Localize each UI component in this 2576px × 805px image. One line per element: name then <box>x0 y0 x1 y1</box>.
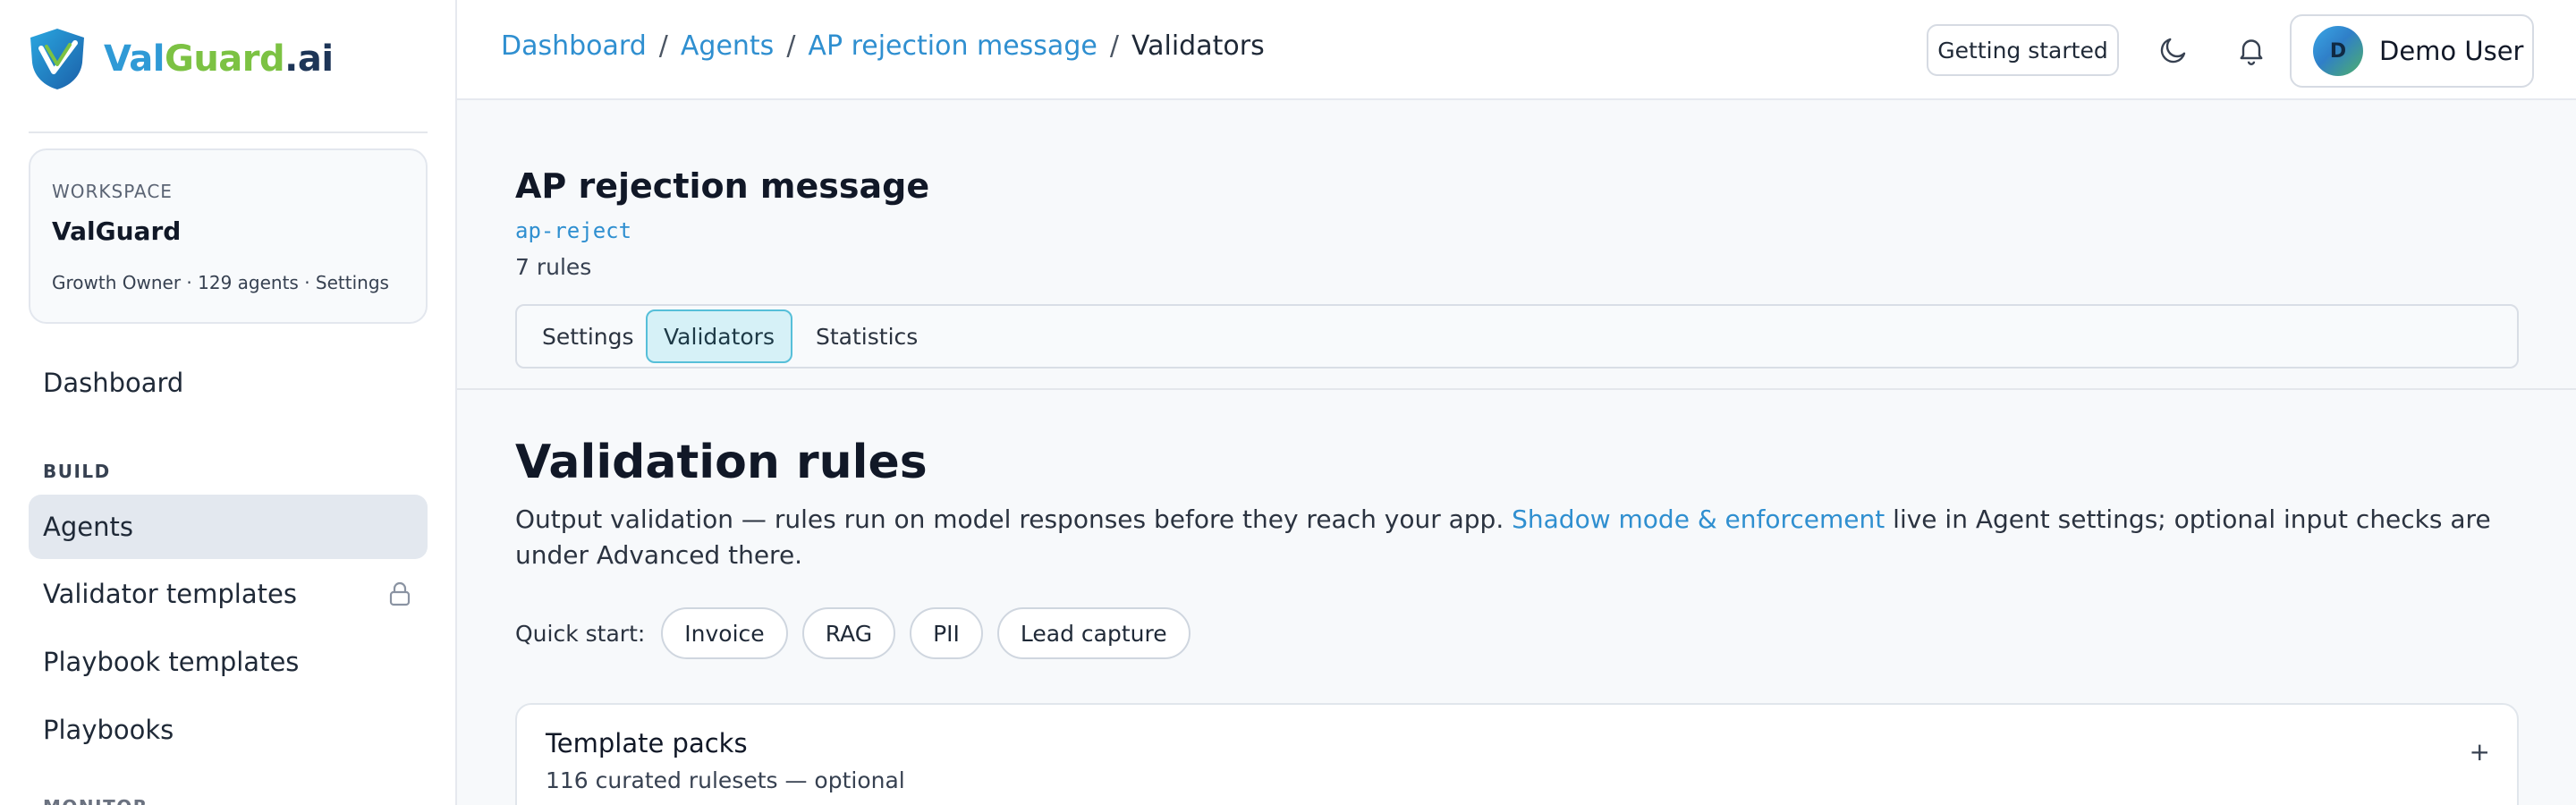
sidebar-item-label: Validator templates <box>43 579 297 609</box>
agent-tabs: Settings Validators Statistics <box>515 304 2519 369</box>
theme-toggle-button[interactable] <box>2152 29 2195 72</box>
tab-validators[interactable]: Validators <box>646 309 792 363</box>
quick-start-chip-pii[interactable]: PII <box>910 607 983 659</box>
sidebar-item-dashboard[interactable]: Dashboard <box>29 351 428 415</box>
user-name: Demo User <box>2379 36 2524 66</box>
breadcrumb-dashboard[interactable]: Dashboard <box>501 30 647 62</box>
section-description: Output validation — rules run on model r… <box>515 502 2537 573</box>
expand-plus-icon[interactable]: + <box>2470 737 2490 767</box>
sidebar-divider <box>29 131 428 133</box>
breadcrumb-separator: / <box>658 30 668 62</box>
sidebar-item-label: Playbook templates <box>43 647 300 677</box>
quick-start: Quick start: Invoice RAG PII Lead captur… <box>515 606 1205 660</box>
tab-settings[interactable]: Settings <box>542 309 634 363</box>
agent-slug: ap-reject <box>515 218 632 243</box>
brand-part-guard: Guard <box>164 38 285 80</box>
brand-part-ai: .ai <box>284 38 334 80</box>
quick-start-chip-rag[interactable]: RAG <box>801 607 896 659</box>
agent-title: AP rejection message <box>515 166 930 206</box>
valguard-logo-icon <box>30 29 84 89</box>
top-bar: Dashboard / Agents / AP rejection messag… <box>457 0 2576 100</box>
sidebar-item-label: Agents <box>43 512 133 542</box>
agent-header: AP rejection message ap-reject 7 rules S… <box>457 102 2576 390</box>
sidebar-item-playbooks[interactable]: Playbooks <box>29 698 428 762</box>
notifications-button[interactable] <box>2230 29 2273 72</box>
template-packs-title: Template packs <box>546 728 748 758</box>
breadcrumb-current: Validators <box>1131 30 1265 62</box>
brand-logo[interactable]: ValGuard.ai <box>27 27 334 91</box>
breadcrumb-separator: / <box>786 30 796 62</box>
workspace-card[interactable]: WORKSPACE ValGuard Growth Owner · 129 ag… <box>29 148 428 324</box>
workspace-label: WORKSPACE <box>52 181 173 202</box>
breadcrumb-agents[interactable]: Agents <box>681 30 774 62</box>
description-text: Output validation — rules run on model r… <box>515 504 1513 534</box>
sidebar-section-build: BUILD <box>43 461 111 482</box>
sidebar-item-agents[interactable]: Agents <box>29 495 428 559</box>
bell-icon <box>2240 39 2263 65</box>
sidebar-section-monitor: MONITOR <box>43 796 148 805</box>
breadcrumb-separator: / <box>1109 30 1119 62</box>
template-packs-card[interactable]: Template packs 116 curated rulesets — op… <box>515 703 2519 805</box>
moon-icon <box>2160 38 2186 64</box>
sidebar-item-validator-templates[interactable]: Validator templates <box>29 562 428 626</box>
avatar: D <box>2313 26 2363 76</box>
breadcrumb-agent[interactable]: AP rejection message <box>808 30 1097 62</box>
brand-part-val: Val <box>104 38 165 80</box>
sidebar-item-label: Dashboard <box>43 368 184 398</box>
section-title: Validation rules <box>515 436 928 489</box>
sidebar-item-label: Playbooks <box>43 715 174 745</box>
brand-name: ValGuard.ai <box>104 38 334 80</box>
user-menu-button[interactable]: D Demo User <box>2290 14 2534 88</box>
workspace-meta: Growth Owner · 129 agents · Settings <box>52 272 389 293</box>
agent-rule-count: 7 rules <box>515 254 592 280</box>
breadcrumb: Dashboard / Agents / AP rejection messag… <box>501 30 1265 62</box>
getting-started-button[interactable]: Getting started <box>1927 24 2119 76</box>
quick-start-label: Quick start: <box>515 620 646 647</box>
workspace-name: ValGuard <box>52 216 182 246</box>
quick-start-chip-invoice[interactable]: Invoice <box>661 607 788 659</box>
sidebar-item-playbook-templates[interactable]: Playbook templates <box>29 630 428 694</box>
tab-statistics[interactable]: Statistics <box>816 309 918 363</box>
sidebar: ValGuard.ai WORKSPACE ValGuard Growth Ow… <box>0 0 457 805</box>
lock-icon <box>389 581 411 606</box>
template-packs-subtitle: 116 curated rulesets — optional <box>546 767 905 793</box>
quick-start-chip-lead-capture[interactable]: Lead capture <box>996 607 1191 659</box>
shadow-mode-link[interactable]: Shadow mode & enforcement <box>1512 504 1885 534</box>
